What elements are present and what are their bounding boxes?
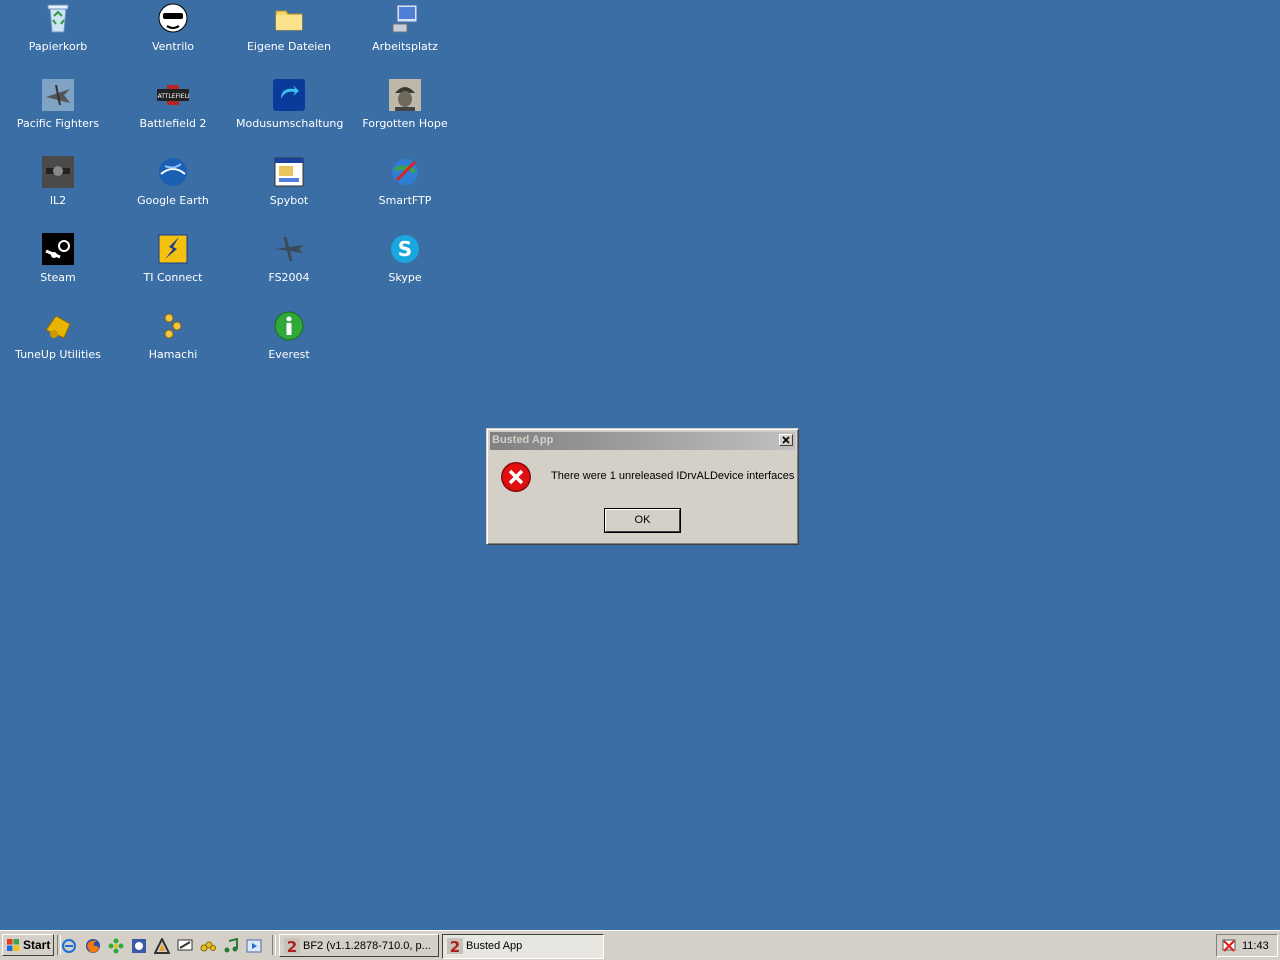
desktop-icon-label: Pacific Fighters [16, 117, 100, 130]
skype-icon: S [391, 235, 419, 263]
icq-icon[interactable] [108, 938, 124, 954]
desktop-icon-hamachi[interactable]: Hamachi [120, 310, 226, 382]
desktop-icon-skype[interactable]: S Skype [352, 233, 458, 305]
itunes-icon[interactable] [223, 938, 239, 954]
network-error-icon[interactable] [1221, 938, 1237, 954]
error-dialog[interactable]: Busted App There were 1 unreleased IDrvA… [486, 428, 799, 545]
task-button-bf2[interactable]: 2 BF2 (v1.1.2878-710.0, p... [279, 934, 439, 957]
my-computer-icon [392, 4, 418, 33]
desktop-icon-label: Modusumschaltung [236, 117, 344, 130]
desktop-icon-pacific-fighters[interactable]: Pacific Fighters [5, 79, 111, 151]
desktop-icon-papierkorb[interactable]: Papierkorb [5, 2, 111, 74]
quicklaunch-separator [272, 935, 276, 955]
folder-icon [275, 10, 303, 31]
desktop-icon-label: FS2004 [268, 271, 310, 284]
desktop-icon-label: Arbeitsplatz [372, 40, 438, 53]
forgotten-hope-icon [389, 79, 421, 111]
ie-icon[interactable] [61, 938, 77, 954]
desktop-icon-ventrilo[interactable]: Ventrilo [120, 2, 226, 74]
desktop-icon-label: Skype [388, 271, 422, 284]
steam-icon [42, 233, 74, 265]
desktop-icon-label: Spybot [269, 194, 309, 207]
mode-switch-icon [273, 79, 305, 111]
fs2004-icon [275, 236, 303, 262]
taskbar[interactable]: Start 2 BF2 (v1.1.2878-710.0, p... 2 Bus… [0, 930, 1280, 960]
svg-text:S: S [398, 237, 412, 261]
desktop-icon-forgotten-hope[interactable]: Forgotten Hope [352, 79, 458, 151]
everest-icon [274, 311, 304, 341]
desktop-icon-modusumschaltung[interactable]: Modusumschaltung [236, 79, 344, 151]
svg-text:2: 2 [450, 938, 460, 954]
ti-connect-icon [158, 234, 188, 264]
tuneup-icon [45, 315, 71, 339]
dialog-titlebar[interactable]: Busted App [490, 432, 795, 450]
desktop-icon-label: Steam [40, 271, 76, 284]
desktop-icon-label: Papierkorb [28, 40, 88, 53]
desktop-icon-fs2004[interactable]: FS2004 [236, 233, 342, 305]
desktop-icon-ti-connect[interactable]: TI Connect [120, 233, 226, 305]
desktop-icon-label: TI Connect [143, 271, 203, 284]
smartftp-icon [392, 159, 418, 185]
ok-button[interactable]: OK [605, 509, 680, 532]
desktop-icon-smartftp[interactable]: SmartFTP [352, 156, 458, 228]
player-icon[interactable] [246, 938, 262, 954]
error-icon [501, 462, 531, 492]
dialog-title: Busted App [492, 434, 554, 446]
task-button-busted-app[interactable]: 2 Busted App [442, 934, 604, 959]
close-icon [782, 436, 790, 444]
windows-logo-icon [7, 939, 19, 951]
desktop-icon-label: Eigene Dateien [246, 40, 332, 53]
desktop-icon-steam[interactable]: Steam [5, 233, 111, 305]
hamachi-quicklaunch-icon[interactable] [200, 938, 216, 954]
winamp-icon[interactable] [154, 938, 170, 954]
bf2-icon: 2 [447, 938, 463, 954]
desktop-icon-google-earth[interactable]: Google Earth [120, 156, 226, 228]
dialog-message: There were 1 unreleased IDrvALDevice int… [551, 470, 795, 482]
desktop-icon-eigene-dateien[interactable]: Eigene Dateien [236, 2, 342, 74]
desktop-icon[interactable] [177, 938, 193, 954]
google-earth-icon [159, 158, 187, 186]
pacific-fighters-icon [42, 79, 74, 111]
close-button[interactable] [779, 434, 793, 446]
recycle-bin-icon [47, 4, 69, 33]
firefox-icon[interactable] [85, 938, 101, 954]
desktop-icon-label: Google Earth [137, 194, 209, 207]
desktop-icon-label: Ventrilo [151, 40, 195, 53]
desktop-icon-label: IL2 [49, 194, 67, 207]
task-button-label: Busted App [466, 940, 523, 952]
desktop-icon-everest[interactable]: Everest [236, 310, 342, 382]
system-tray: 11:43 [1216, 934, 1278, 957]
start-button[interactable]: Start [2, 934, 54, 956]
desktop-icon-label: Forgotten Hope [362, 117, 448, 130]
desktop-icon-tuneup[interactable]: TuneUp Utilities [5, 310, 111, 382]
desktop-icon-battlefield2[interactable]: BATTLEFIELD Battlefield 2 [120, 79, 226, 151]
battlefield2-icon: BATTLEFIELD [157, 85, 189, 105]
svg-text:2: 2 [287, 938, 297, 954]
desktop-icon-il2[interactable]: IL2 [5, 156, 111, 228]
ventrilo-icon [158, 3, 188, 33]
bf2-icon: 2 [284, 938, 300, 954]
svg-text:BATTLEFIELD: BATTLEFIELD [157, 93, 189, 100]
desktop-icon-label: Everest [268, 348, 310, 361]
task-button-label: BF2 (v1.1.2878-710.0, p... [303, 940, 431, 952]
desktop-icon-label: SmartFTP [378, 194, 432, 207]
start-label: Start [23, 938, 51, 952]
hamachi-icon [164, 313, 182, 339]
media-icon[interactable] [131, 938, 147, 954]
desktop-icon-label: Hamachi [148, 348, 198, 361]
spybot-icon [274, 157, 304, 187]
clock[interactable]: 11:43 [1242, 940, 1269, 952]
desktop-icon-spybot[interactable]: Spybot [236, 156, 342, 228]
desktop-icon-label: TuneUp Utilities [15, 348, 101, 361]
desktop-icon-arbeitsplatz[interactable]: Arbeitsplatz [352, 2, 458, 74]
il2-icon [42, 156, 74, 188]
desktop-icon-label: Battlefield 2 [139, 117, 207, 130]
